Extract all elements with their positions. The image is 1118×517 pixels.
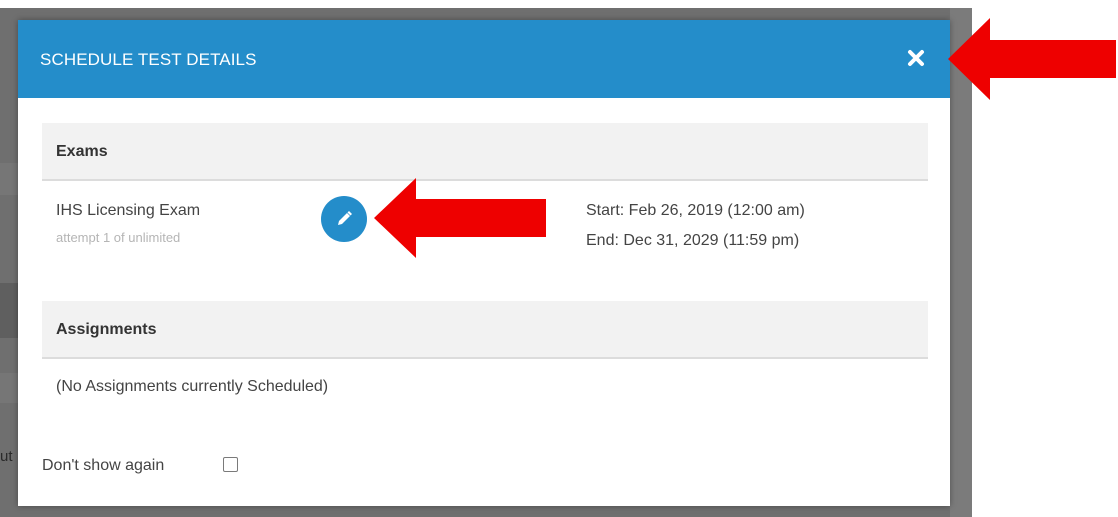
backdrop-partial-text: ut	[0, 448, 13, 465]
assignments-section-label: Assignments	[56, 321, 157, 338]
close-icon	[908, 50, 924, 66]
close-button[interactable]	[902, 44, 930, 72]
arrow-to-edit-button	[374, 178, 546, 258]
assignments-section-header: Assignments	[42, 301, 928, 359]
exam-start-date: Start: Feb 26, 2019 (12:00 am)	[586, 202, 805, 219]
exam-attempt-count: attempt 1 of unlimited	[56, 230, 181, 245]
dont-show-again-label[interactable]: Don't show again	[42, 457, 164, 475]
exam-name: IHS Licensing Exam	[56, 202, 201, 219]
schedule-test-details-modal: SCHEDULE TEST DETAILS Exams IHS Licensin…	[18, 20, 950, 506]
exams-section-header: Exams	[42, 123, 928, 181]
exam-end-date: End: Dec 31, 2029 (11:59 pm)	[586, 232, 800, 249]
arrow-to-close-icon	[948, 18, 1116, 100]
modal-title: SCHEDULE TEST DETAILS	[40, 50, 257, 69]
exams-section-label: Exams	[56, 143, 108, 160]
modal-header: SCHEDULE TEST DETAILS	[18, 20, 950, 98]
no-assignments-message: (No Assignments currently Scheduled)	[56, 378, 329, 395]
edit-exam-button[interactable]	[321, 196, 367, 242]
dont-show-again-checkbox[interactable]	[223, 457, 238, 472]
pencil-icon	[338, 211, 352, 225]
screenshot-stage: ut SCHEDULE TEST DETAILS Exams IHS Licen…	[0, 0, 1118, 517]
